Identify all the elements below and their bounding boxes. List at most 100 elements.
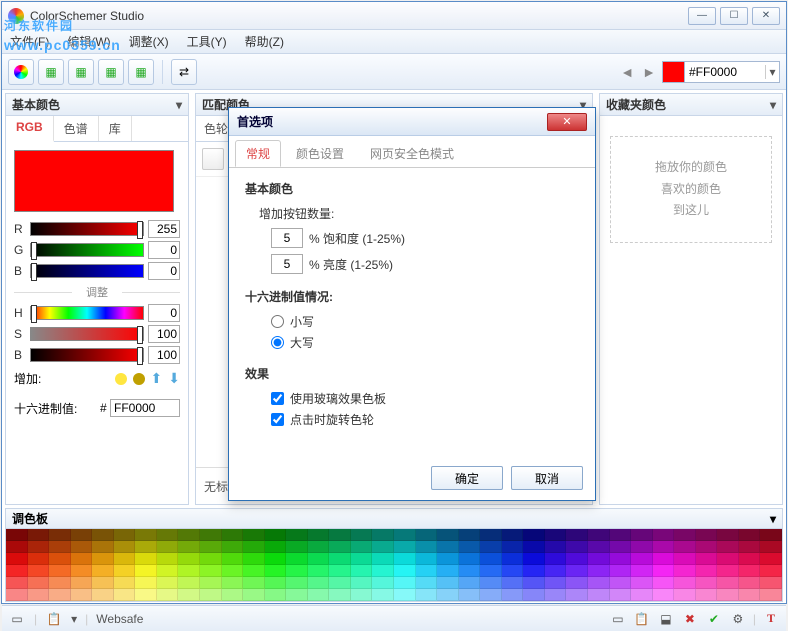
r-input[interactable] [148, 220, 180, 238]
menu-adjust[interactable]: 调整(X) [125, 31, 173, 52]
b-slider[interactable] [30, 264, 144, 278]
status-gear-icon[interactable]: ⚙ [729, 610, 747, 628]
right-panel-title: 收藏夹颜色 [606, 96, 666, 113]
v-input[interactable] [148, 346, 180, 364]
hex-label: 十六进制值: [14, 400, 77, 417]
basic-color-panel: 基本颜色 ▾ RGB 色谱 库 R G B 调整 H S B 增加: [5, 93, 189, 505]
status-r2-icon[interactable]: 📋 [633, 610, 651, 628]
nav-fwd-icon[interactable]: ► [640, 64, 658, 80]
favorites-panel: 收藏夹颜色 ▾ 拖放你的颜色 喜欢的颜色 到这儿 [599, 93, 783, 505]
palette-grid[interactable] [6, 529, 782, 601]
close-button[interactable]: ✕ [752, 7, 780, 25]
g-slider[interactable] [30, 243, 144, 257]
left-panel-menu-icon[interactable]: ▾ [176, 98, 182, 112]
hex-input-group: ▾ [662, 61, 780, 83]
radio-lowercase[interactable] [271, 315, 284, 328]
hex-dropdown-icon[interactable]: ▾ [765, 65, 779, 79]
toolbar-separator [162, 60, 163, 84]
check-rotate-wheel[interactable] [271, 413, 284, 426]
midtool-1-icon[interactable] [202, 148, 224, 170]
palette-title: 调色板 [12, 510, 48, 527]
tab-library[interactable]: 库 [99, 116, 132, 141]
tool-wheel-icon[interactable] [8, 59, 34, 85]
saturation-step-label: % 饱和度 (1-25%) [309, 230, 405, 247]
statusbar: ▭| 📋▾| Websafe ▭ 📋 ⬓ ✖ ✔ ⚙| T [2, 605, 786, 631]
hex-value-input[interactable] [110, 399, 180, 417]
s-label: S [14, 327, 26, 341]
tool-misc-icon[interactable]: ⇄ [171, 59, 197, 85]
preferences-dialog: 首选项 ✕ 常规 颜色设置 网页安全色模式 基本颜色 增加按钮数量: % 饱和度… [228, 107, 596, 501]
menubar: 文件(F) 编辑(W) 调整(X) 工具(Y) 帮助(Z) [2, 30, 786, 54]
status-delete-icon[interactable]: ✖ [681, 610, 699, 628]
b-input[interactable] [148, 262, 180, 280]
main-swatch[interactable] [14, 150, 174, 212]
h-slider[interactable] [30, 306, 144, 320]
favorites-dropzone[interactable]: 拖放你的颜色 喜欢的颜色 到这儿 [610, 136, 772, 243]
g-input[interactable] [148, 241, 180, 259]
toolbar: ▦ ▦ ▦ ▦ ⇄ ◄ ► ▾ [2, 54, 786, 90]
r-label: R [14, 222, 26, 236]
status-text-icon[interactable]: T [762, 610, 780, 628]
s-input[interactable] [148, 325, 180, 343]
status-r1-icon[interactable]: ▭ [609, 610, 627, 628]
s-slider[interactable] [30, 327, 144, 341]
add-olive-icon[interactable] [133, 373, 145, 385]
saturation-step-input[interactable] [271, 228, 303, 248]
hex-input[interactable] [685, 62, 765, 82]
r-slider[interactable] [30, 222, 144, 236]
g-label: G [14, 243, 26, 257]
menu-help[interactable]: 帮助(Z) [241, 31, 288, 52]
current-color-swatch[interactable] [663, 62, 685, 82]
adjust-header: 调整 [14, 284, 180, 300]
menu-edit[interactable]: 编辑(W) [63, 31, 114, 52]
v-slider[interactable] [30, 348, 144, 362]
tool-save-icon[interactable]: ▦ [98, 59, 124, 85]
radio-uppercase[interactable] [271, 336, 284, 349]
minimize-button[interactable]: — [688, 7, 716, 25]
status-icon-1[interactable]: ▭ [8, 610, 26, 628]
tool-open-icon[interactable]: ▦ [68, 59, 94, 85]
tool-export-icon[interactable]: ▦ [128, 59, 154, 85]
h-label: H [14, 306, 26, 320]
group-basic-color: 基本颜色 [245, 180, 579, 197]
check-glass-effect[interactable] [271, 392, 284, 405]
hex-prefix: # [100, 401, 107, 415]
ok-button[interactable]: 确定 [431, 466, 503, 490]
group-hex-case: 十六进制值情况: [245, 288, 579, 305]
palette-panel: 调色板 ▾ [5, 508, 783, 602]
status-accept-icon[interactable]: ✔ [705, 610, 723, 628]
dialog-title: 首选项 [237, 113, 273, 130]
add-up-icon[interactable]: ⬆ [151, 370, 163, 387]
dialog-close-button[interactable]: ✕ [547, 113, 587, 131]
cancel-button[interactable]: 取消 [511, 466, 583, 490]
status-r3-icon[interactable]: ⬓ [657, 610, 675, 628]
group-effects: 效果 [245, 365, 579, 382]
tab-rgb[interactable]: RGB [6, 116, 54, 142]
dialog-tab-general[interactable]: 常规 [235, 140, 281, 167]
add-yellow-icon[interactable] [115, 373, 127, 385]
b-label: B [14, 264, 26, 278]
websafe-label[interactable]: Websafe [96, 612, 143, 626]
dialog-tab-websafe[interactable]: 网页安全色模式 [359, 140, 465, 167]
add-label: 增加: [14, 370, 41, 387]
window-title: ColorSchemer Studio [30, 9, 688, 23]
palette-menu-icon[interactable]: ▾ [770, 512, 776, 526]
menu-tools[interactable]: 工具(Y) [183, 31, 231, 52]
maximize-button[interactable]: ☐ [720, 7, 748, 25]
app-icon [8, 8, 24, 24]
v-label: B [14, 348, 26, 362]
h-input[interactable] [148, 304, 180, 322]
brightness-step-input[interactable] [271, 254, 303, 274]
status-copy-icon[interactable]: 📋 [45, 610, 63, 628]
status-dd-icon[interactable]: ▾ [71, 612, 77, 626]
dialog-tab-color[interactable]: 颜色设置 [285, 140, 355, 167]
menu-file[interactable]: 文件(F) [6, 31, 53, 52]
add-down-icon[interactable]: ⬇ [168, 370, 180, 387]
tool-new-icon[interactable]: ▦ [38, 59, 64, 85]
group-basic-sub: 增加按钮数量: [259, 205, 579, 222]
left-panel-title: 基本颜色 [12, 96, 60, 113]
tab-spectrum[interactable]: 色谱 [54, 116, 99, 141]
right-panel-menu-icon[interactable]: ▾ [770, 98, 776, 112]
nav-back-icon[interactable]: ◄ [618, 64, 636, 80]
titlebar: ColorSchemer Studio — ☐ ✕ [2, 2, 786, 30]
